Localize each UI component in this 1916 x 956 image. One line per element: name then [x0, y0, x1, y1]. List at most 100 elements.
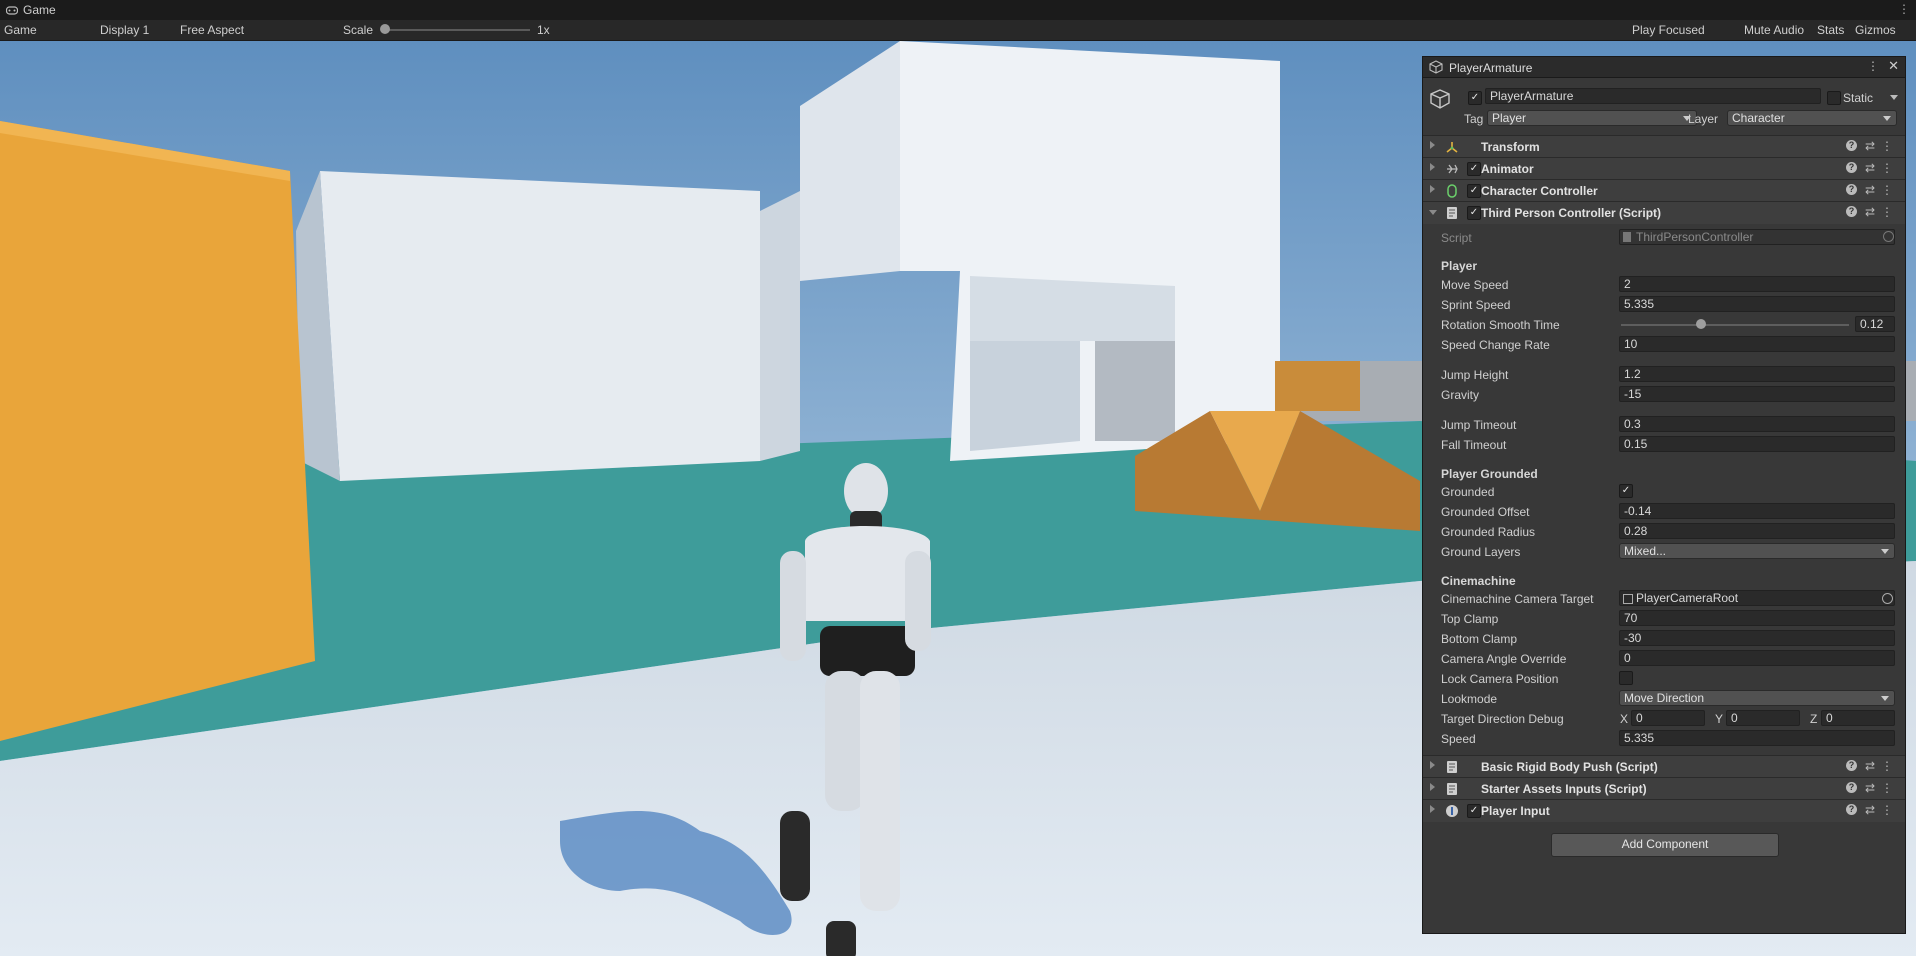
- lock-camera-position-checkbox[interactable]: [1619, 671, 1633, 685]
- component-transform[interactable]: Transform ? ⇄ ⋮: [1423, 135, 1905, 158]
- scale-slider-handle[interactable]: [380, 24, 390, 34]
- component-third-person-controller[interactable]: ✓ Third Person Controller (Script) ? ⇄ ⋮: [1423, 201, 1905, 224]
- component-enabled-checkbox[interactable]: ✓: [1467, 162, 1481, 176]
- cube-icon: [1429, 60, 1443, 74]
- help-icon[interactable]: ?: [1846, 206, 1857, 217]
- display-dropdown[interactable]: Display 1: [100, 23, 149, 37]
- section-player-grounded: Player Grounded: [1441, 467, 1538, 481]
- help-icon[interactable]: ?: [1846, 184, 1857, 195]
- chevron-down-icon: [1881, 696, 1889, 701]
- target-direction-z-field[interactable]: 0: [1821, 710, 1895, 726]
- camera-target-field[interactable]: PlayerCameraRoot: [1619, 590, 1895, 606]
- preset-icon[interactable]: ⇄: [1865, 803, 1875, 817]
- jump-height-field[interactable]: 1.2: [1619, 366, 1895, 382]
- bottom-clamp-field[interactable]: -30: [1619, 630, 1895, 646]
- rotation-smooth-time-slider[interactable]: [1621, 324, 1849, 326]
- camera-angle-override-field[interactable]: 0: [1619, 650, 1895, 666]
- grounded-checkbox[interactable]: ✓: [1619, 484, 1633, 498]
- transform-reference-icon: [1623, 594, 1633, 604]
- target-direction-y-field[interactable]: 0: [1726, 710, 1800, 726]
- rotation-smooth-time-field[interactable]: 0.12: [1855, 316, 1895, 332]
- target-direction-x-field[interactable]: 0: [1631, 710, 1705, 726]
- game-tab-bar: Game ⋮: [0, 0, 1916, 21]
- layer-dropdown[interactable]: Character: [1727, 110, 1897, 126]
- foldout-arrow-icon[interactable]: [1429, 210, 1437, 215]
- component-menu-icon[interactable]: ⋮: [1881, 781, 1893, 795]
- foldout-arrow-icon[interactable]: [1430, 783, 1435, 791]
- fall-timeout-field[interactable]: 0.15: [1619, 436, 1895, 452]
- component-menu-icon[interactable]: ⋮: [1881, 759, 1893, 773]
- foldout-arrow-icon[interactable]: [1430, 761, 1435, 769]
- object-picker-icon[interactable]: [1882, 593, 1893, 604]
- jump-timeout-field[interactable]: 0.3: [1619, 416, 1895, 432]
- gravity-label: Gravity: [1441, 388, 1480, 402]
- preset-icon[interactable]: ⇄: [1865, 183, 1875, 197]
- tab-menu-icon[interactable]: ⋮: [1898, 2, 1910, 16]
- layer-label: Layer: [1688, 112, 1719, 126]
- inspector-menu-icon[interactable]: ⋮: [1867, 59, 1879, 73]
- component-menu-icon[interactable]: ⋮: [1881, 161, 1893, 175]
- sprint-speed-field[interactable]: 5.335: [1619, 296, 1895, 312]
- grounded-offset-field[interactable]: -0.14: [1619, 503, 1895, 519]
- scale-slider-track[interactable]: [384, 29, 530, 31]
- static-checkbox[interactable]: [1827, 91, 1841, 105]
- component-player-input[interactable]: ✓ Player Input ? ⇄ ⋮: [1423, 799, 1905, 822]
- player-input-icon: [1446, 805, 1458, 817]
- component-animator[interactable]: ✓ Animator ? ⇄ ⋮: [1423, 157, 1905, 180]
- ground-layers-dropdown[interactable]: Mixed...: [1619, 543, 1895, 559]
- tag-dropdown[interactable]: Player: [1487, 110, 1697, 126]
- component-menu-icon[interactable]: ⋮: [1881, 139, 1893, 153]
- aspect-dropdown[interactable]: Free Aspect: [180, 23, 244, 37]
- component-menu-icon[interactable]: ⋮: [1881, 183, 1893, 197]
- lookmode-dropdown[interactable]: Move Direction: [1619, 690, 1895, 706]
- component-menu-icon[interactable]: ⋮: [1881, 803, 1893, 817]
- speed-field[interactable]: 5.335: [1619, 730, 1895, 746]
- rotation-smooth-time-handle[interactable]: [1695, 319, 1706, 329]
- foldout-arrow-icon[interactable]: [1430, 163, 1435, 171]
- preset-icon[interactable]: ⇄: [1865, 139, 1875, 153]
- preset-icon[interactable]: ⇄: [1865, 205, 1875, 219]
- component-name: Character Controller: [1481, 184, 1598, 198]
- grounded-radius-field[interactable]: 0.28: [1619, 523, 1895, 539]
- close-icon[interactable]: ✕: [1888, 58, 1899, 74]
- mute-audio-button[interactable]: Mute Audio: [1744, 23, 1804, 37]
- preset-icon[interactable]: ⇄: [1865, 161, 1875, 175]
- gamepad-icon: [6, 5, 18, 15]
- help-icon[interactable]: ?: [1846, 162, 1857, 173]
- top-clamp-field[interactable]: 70: [1619, 610, 1895, 626]
- inspector-tab[interactable]: PlayerArmature ⋮ ✕: [1423, 57, 1905, 78]
- object-picker-icon: [1883, 231, 1894, 242]
- stats-button[interactable]: Stats: [1817, 23, 1844, 37]
- component-menu-icon[interactable]: ⋮: [1881, 205, 1893, 219]
- game-tab[interactable]: Game: [6, 3, 56, 17]
- gravity-field[interactable]: -15: [1619, 386, 1895, 402]
- help-icon[interactable]: ?: [1846, 804, 1857, 815]
- component-enabled-checkbox[interactable]: ✓: [1467, 184, 1481, 198]
- view-mode-dropdown[interactable]: Game: [4, 23, 37, 37]
- component-enabled-checkbox[interactable]: ✓: [1467, 206, 1481, 220]
- foldout-arrow-icon[interactable]: [1430, 805, 1435, 813]
- jump-timeout-label: Jump Timeout: [1441, 418, 1517, 432]
- play-focused-dropdown[interactable]: Play Focused: [1632, 23, 1705, 37]
- static-chevron-down-icon[interactable]: [1890, 95, 1898, 100]
- component-starter-assets-inputs[interactable]: Starter Assets Inputs (Script) ? ⇄ ⋮: [1423, 777, 1905, 800]
- help-icon[interactable]: ?: [1846, 782, 1857, 793]
- component-basic-rigid-body-push[interactable]: Basic Rigid Body Push (Script) ? ⇄ ⋮: [1423, 755, 1905, 778]
- component-character-controller[interactable]: ✓ Character Controller ? ⇄ ⋮: [1423, 179, 1905, 202]
- gizmos-button[interactable]: Gizmos: [1855, 23, 1896, 37]
- speed-change-rate-field[interactable]: 10: [1619, 336, 1895, 352]
- transform-icon: [1446, 142, 1458, 153]
- add-component-button[interactable]: Add Component: [1551, 833, 1779, 857]
- move-speed-field[interactable]: 2: [1619, 276, 1895, 292]
- help-icon[interactable]: ?: [1846, 140, 1857, 151]
- object-name-field[interactable]: PlayerArmature: [1485, 88, 1821, 104]
- help-icon[interactable]: ?: [1846, 760, 1857, 771]
- foldout-arrow-icon[interactable]: [1430, 141, 1435, 149]
- preset-icon[interactable]: ⇄: [1865, 759, 1875, 773]
- preset-icon[interactable]: ⇄: [1865, 781, 1875, 795]
- y-axis-label: Y: [1715, 712, 1724, 726]
- active-checkbox[interactable]: ✓: [1468, 91, 1482, 105]
- foldout-arrow-icon[interactable]: [1430, 185, 1435, 193]
- component-enabled-checkbox[interactable]: ✓: [1467, 804, 1481, 818]
- camera-angle-override-label: Camera Angle Override: [1441, 652, 1567, 666]
